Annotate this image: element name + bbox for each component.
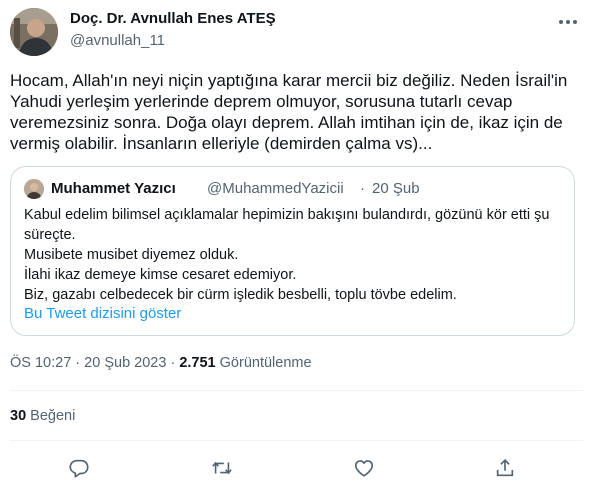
likes-stat[interactable]: 30 Beğeni [10,408,75,424]
quoted-text-line: Kabul edelim bilimsel açıklamalar hepimi… [24,207,550,243]
retweet-button[interactable] [209,455,235,481]
views-count[interactable]: 2.751 [179,355,215,371]
author-avatar[interactable] [10,8,58,56]
quoted-separator: · [360,180,365,197]
author-handle[interactable]: @avnullah_11 [70,32,165,49]
more-options-button[interactable] [556,12,580,32]
reply-button[interactable] [66,455,92,481]
like-button[interactable] [351,455,377,481]
quoted-tweet[interactable]: Muhammet Yazıcı @MuhammedYazicii · 20 Şu… [10,166,575,336]
reply-icon [69,459,89,478]
share-button[interactable] [492,455,518,481]
divider [10,390,583,391]
more-dots-icon [559,20,577,24]
show-thread-link[interactable]: Bu Tweet dizisini göster [24,305,181,322]
divider [10,440,583,441]
likes-label: Beğeni [30,408,76,424]
quoted-author-avatar [24,179,44,199]
author-name[interactable]: Doç. Dr. Avnullah Enes ATEŞ [70,10,276,27]
meta-separator: · [170,355,176,371]
tweet-time[interactable]: ÖS 10:27 [10,355,71,371]
quoted-text-line: Musibete musibet diyemez olduk. [24,247,239,263]
quoted-author-name: Muhammet Yazıcı [51,180,176,197]
quoted-text: Kabul edelim bilimsel açıklamalar hepimi… [24,205,569,305]
tweet-date[interactable]: 20 Şub 2023 [84,355,166,371]
retweet-icon [212,461,232,475]
likes-count: 30 [10,408,27,424]
share-icon [496,459,514,477]
quoted-author-handle: @MuhammedYazicii [207,180,344,197]
meta-separator: · [75,355,81,371]
quoted-date: 20 Şub [372,180,420,197]
quoted-text-line: İlahi ikaz demeye kimse cesaret edemiyor… [24,267,297,283]
views-label[interactable]: Görüntülenme [220,355,312,371]
quoted-text-line: Biz, gazabı celbedecek bir cürm işledik … [24,287,457,303]
heart-icon [354,460,374,477]
tweet-text: Hocam, Allah'ın neyi niçin yaptığına kar… [10,71,572,153]
tweet-meta: ÖS 10:27 · 20 Şub 2023 · 2.751 Görüntüle… [10,355,312,371]
